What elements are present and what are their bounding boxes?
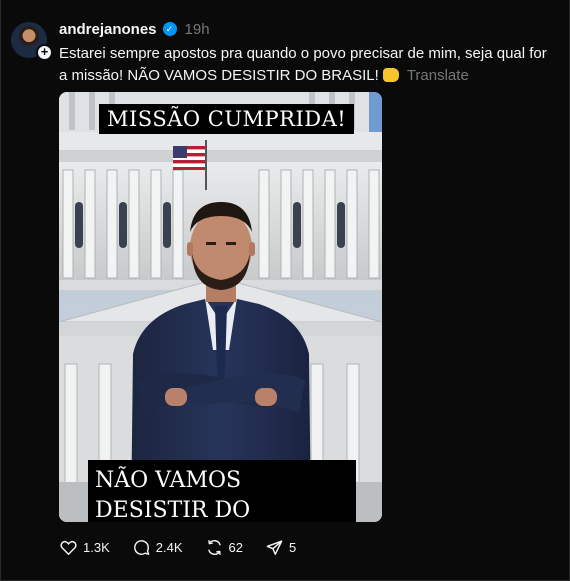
repost-icon xyxy=(207,539,221,555)
comment-icon xyxy=(133,539,150,555)
share-button[interactable]: 5 xyxy=(265,538,296,557)
username[interactable]: andrejanones xyxy=(59,21,157,38)
fist-emoji-icon xyxy=(382,68,399,82)
post-header: andrejanones ✓ 19h xyxy=(59,20,210,38)
reply-button[interactable]: 2.4K xyxy=(132,538,183,557)
repost-button[interactable]: 62 xyxy=(205,538,243,557)
post-actions: 1.3K 2.4K 62 5 xyxy=(59,537,296,557)
media-bottom-text-label: NÃO VAMOS DESISTIR DO BRASIL! xyxy=(95,468,251,522)
reply-count: 2.4K xyxy=(155,539,183,555)
caption-text: Estarei sempre apostos pra quando o povo… xyxy=(59,45,547,84)
post: + andrejanones ✓ 19h Estarei sempre apos… xyxy=(0,0,570,581)
share-count: 5 xyxy=(288,539,297,555)
like-count: 1.3K xyxy=(83,539,110,555)
avatar-container[interactable]: + xyxy=(11,22,53,61)
media-bottom-text: NÃO VAMOS DESISTIR DO BRASIL! xyxy=(88,460,356,522)
translate-link[interactable]: Translate xyxy=(407,67,469,84)
verified-badge-icon: ✓ xyxy=(162,22,177,36)
post-image[interactable]: MISSÃO CUMPRIDA! NÃO VAMOS DESISTIR DO B… xyxy=(59,92,382,522)
plus-icon[interactable]: + xyxy=(36,44,53,61)
post-time[interactable]: 19h xyxy=(185,21,210,38)
repost-count: 62 xyxy=(228,539,243,555)
media-top-text: MISSÃO CUMPRIDA! xyxy=(99,104,355,134)
heart-icon xyxy=(60,540,77,555)
like-button[interactable]: 1.3K xyxy=(59,538,110,557)
post-caption: Estarei sempre apostos pra quando o povo… xyxy=(59,43,559,87)
share-icon xyxy=(266,539,283,555)
capitol-photo xyxy=(59,92,382,522)
